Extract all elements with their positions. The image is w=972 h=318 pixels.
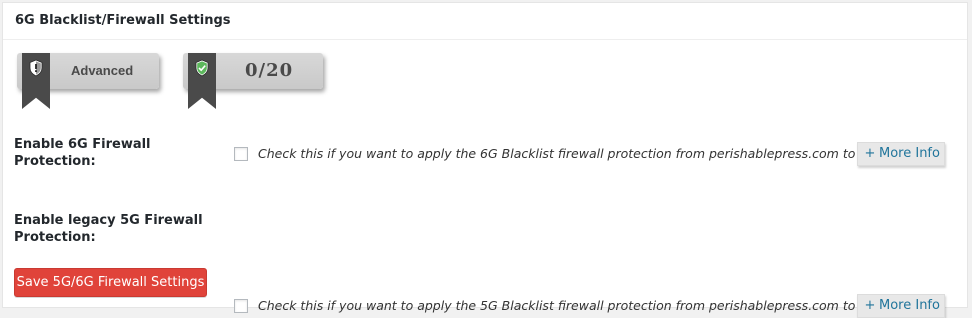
save-firewall-settings-button[interactable]: Save 5G/6G Firewall Settings [14, 268, 207, 297]
label-line: Protection: [14, 154, 96, 169]
enable-6g-firewall-description: Check this if you want to apply the 6G B… [258, 146, 918, 161]
feature-level-badge: Advanced [17, 53, 159, 109]
more-info-label: More Info [879, 298, 940, 313]
security-points-badge: 0/20 [183, 53, 323, 109]
security-points-label: 0/20 [245, 60, 294, 81]
panel-title: 6G Blacklist/Firewall Settings [3, 3, 967, 40]
enable-6g-firewall-label: Enable 6G Firewall Protection: [14, 136, 214, 170]
feature-level-label: Advanced [71, 63, 134, 78]
enable-6g-firewall-checkbox[interactable] [234, 147, 248, 161]
plus-icon: + [864, 146, 876, 161]
label-line: Enable legacy 5G Firewall [14, 213, 203, 228]
enable-5g-firewall-label: Enable legacy 5G Firewall Protection: [14, 212, 214, 246]
more-info-button-6g[interactable]: + More Info [857, 142, 945, 166]
more-info-label: More Info [879, 146, 940, 161]
badges: Advanced 0/20 [17, 53, 337, 109]
shield-check-icon [195, 59, 209, 77]
more-info-button-5g[interactable]: + More Info [857, 294, 945, 318]
label-line: Enable 6G Firewall [14, 137, 151, 152]
enable-5g-firewall-checkbox[interactable] [234, 299, 248, 313]
label-line: Protection: [14, 230, 96, 245]
ribbon [188, 53, 216, 109]
shield-warning-icon [29, 59, 43, 77]
plus-icon: + [864, 298, 876, 313]
ribbon [22, 53, 50, 109]
